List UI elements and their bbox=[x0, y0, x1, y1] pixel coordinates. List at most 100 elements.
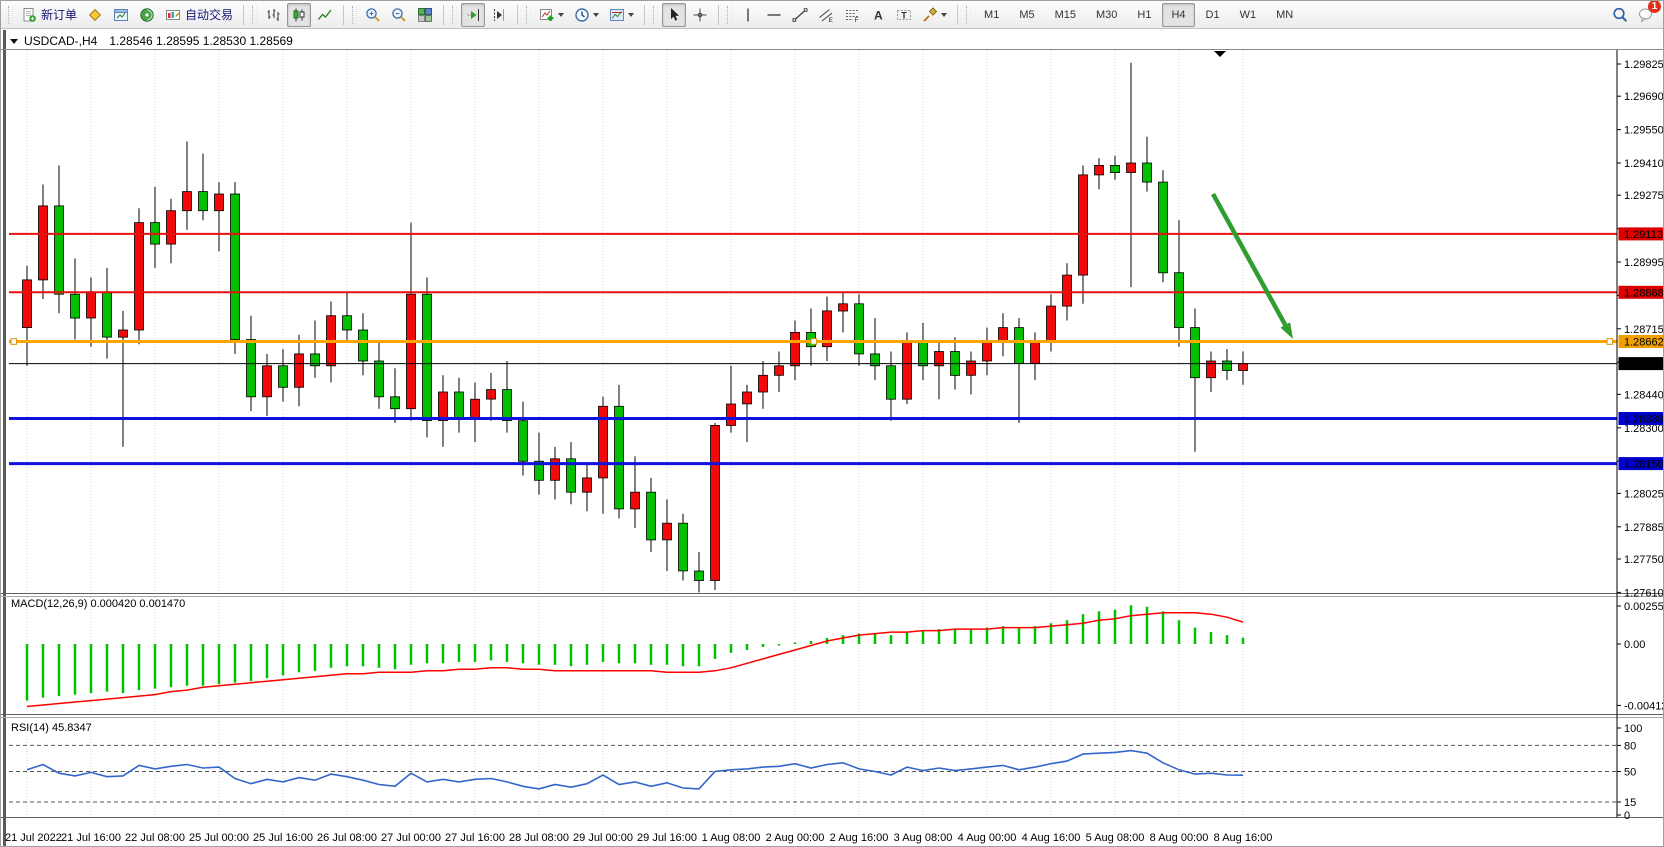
line-handle[interactable] bbox=[1607, 339, 1613, 345]
market-watch-button[interactable] bbox=[83, 3, 107, 27]
tf-m5-button-label: M5 bbox=[1019, 9, 1034, 21]
line-handle[interactable] bbox=[811, 339, 817, 345]
channel-button[interactable]: E bbox=[814, 3, 838, 27]
tile-windows-icon bbox=[417, 7, 433, 23]
trendline-button[interactable] bbox=[788, 3, 812, 27]
candle bbox=[135, 208, 144, 344]
price-tick-label: 1.29275 bbox=[1624, 190, 1664, 202]
line-chart-icon bbox=[317, 7, 333, 23]
zoom-in-button[interactable] bbox=[361, 3, 385, 27]
svg-text:1.28868: 1.28868 bbox=[1624, 287, 1664, 299]
trendline-icon bbox=[792, 7, 808, 23]
candlestick-button[interactable] bbox=[287, 3, 311, 27]
line-chart-button[interactable] bbox=[313, 3, 337, 27]
chart-quote: 1.28546 1.28595 1.28530 1.28569 bbox=[109, 34, 293, 48]
candle bbox=[1159, 170, 1168, 282]
tf-mn-button-label: MN bbox=[1276, 9, 1293, 21]
new-order-icon bbox=[21, 7, 37, 23]
toolbar-separator bbox=[957, 5, 958, 25]
svg-text:E: E bbox=[829, 17, 834, 23]
svg-text:1.28339: 1.28339 bbox=[1624, 414, 1664, 426]
toolbar-grip bbox=[966, 6, 971, 24]
time-axis-label: 4 Aug 16:00 bbox=[1022, 832, 1081, 844]
tf-m15-button-label: M15 bbox=[1055, 9, 1076, 21]
fibonacci-button[interactable]: F bbox=[840, 3, 864, 27]
notification-badge: 1 bbox=[1648, 0, 1661, 13]
dropdown-caret-icon bbox=[593, 13, 599, 17]
candlestick-icon bbox=[291, 7, 307, 23]
time-axis-label: 8 Aug 16:00 bbox=[1214, 832, 1273, 844]
chart-shift-button[interactable] bbox=[487, 3, 511, 27]
tf-h4-button[interactable]: H4 bbox=[1162, 3, 1194, 27]
indicators-button[interactable] bbox=[535, 3, 568, 27]
time-axis-label: 2 Aug 00:00 bbox=[766, 832, 825, 844]
toolbar-grip bbox=[352, 6, 357, 24]
line-handle[interactable] bbox=[11, 339, 17, 345]
candle bbox=[679, 514, 688, 581]
price-tick-label: 1.28440 bbox=[1624, 389, 1664, 401]
bar-chart-button[interactable] bbox=[261, 3, 285, 27]
tf-m5-button[interactable]: M5 bbox=[1010, 3, 1043, 27]
navigator-button[interactable] bbox=[135, 3, 159, 27]
dropdown-caret-icon bbox=[941, 13, 947, 17]
auto-scroll-button[interactable] bbox=[461, 3, 485, 27]
tf-mn-button[interactable]: MN bbox=[1267, 3, 1302, 27]
vertical-line-button[interactable] bbox=[736, 3, 760, 27]
price-tick-label: 1.27885 bbox=[1624, 522, 1664, 534]
data-window-button[interactable] bbox=[109, 3, 133, 27]
toolbar-grip bbox=[8, 6, 13, 24]
auto-trading-button[interactable]: 自动交易 bbox=[161, 3, 237, 27]
toolbar-grip bbox=[526, 6, 531, 24]
tf-m30-button-label: M30 bbox=[1096, 9, 1117, 21]
text-icon: A bbox=[870, 7, 886, 23]
chart-shift-icon bbox=[491, 7, 507, 23]
zoom-out-button[interactable] bbox=[387, 3, 411, 27]
price-tick-label: 1.28995 bbox=[1624, 257, 1664, 269]
label-button[interactable]: T bbox=[892, 3, 916, 27]
price-tick-label: 1.29825 bbox=[1624, 59, 1664, 71]
toolbar: 新订单 自动交易 E FAT M1 M5 M15 M30 H1H4 D1 W1 MN 1 bbox=[1, 1, 1663, 29]
cursor-button[interactable] bbox=[662, 3, 686, 27]
fibonacci-icon: F bbox=[844, 7, 860, 23]
tf-m30-button[interactable]: M30 bbox=[1087, 3, 1126, 27]
toolbar-grip bbox=[653, 6, 658, 24]
window-left-border bbox=[3, 30, 6, 847]
tf-d1-button[interactable]: D1 bbox=[1197, 3, 1229, 27]
search-icon bbox=[1612, 7, 1628, 23]
text-button[interactable]: A bbox=[866, 3, 890, 27]
price-tick-label: 1.29690 bbox=[1624, 91, 1664, 103]
toolbar-separator bbox=[718, 5, 719, 25]
label-icon: T bbox=[896, 7, 912, 23]
time-axis-label: 21 Jul 2022 bbox=[5, 832, 62, 844]
chart-menu-triangle-icon[interactable] bbox=[10, 39, 18, 44]
toolbar-separator bbox=[343, 5, 344, 25]
tf-h1-button[interactable]: H1 bbox=[1128, 3, 1160, 27]
periods-button[interactable] bbox=[570, 3, 603, 27]
tf-d1-button-label: D1 bbox=[1206, 9, 1220, 21]
time-axis-label: 29 Jul 00:00 bbox=[573, 832, 633, 844]
toolbar-right: 1 bbox=[1607, 3, 1659, 27]
time-axis-label: 27 Jul 16:00 bbox=[445, 832, 505, 844]
price-tick-label: 1.27610 bbox=[1624, 587, 1664, 599]
dropdown-caret-icon bbox=[558, 13, 564, 17]
shapes-button[interactable] bbox=[918, 3, 951, 27]
time-axis-label: 4 Aug 00:00 bbox=[958, 832, 1017, 844]
svg-text:1.28150: 1.28150 bbox=[1624, 459, 1664, 471]
notifications-button[interactable]: 1 bbox=[1634, 3, 1658, 27]
tf-w1-button[interactable]: W1 bbox=[1231, 3, 1266, 27]
price-tick-label: 1.29550 bbox=[1624, 125, 1664, 137]
new-order-button[interactable]: 新订单 bbox=[17, 3, 81, 27]
search-button[interactable] bbox=[1608, 3, 1632, 27]
tf-m15-button[interactable]: M15 bbox=[1046, 3, 1085, 27]
crosshair-button[interactable] bbox=[688, 3, 712, 27]
data-window-icon bbox=[113, 7, 129, 23]
chart-canvas[interactable]: 1.298251.296901.295501.294101.292751.289… bbox=[1, 1, 1664, 847]
tile-windows-button[interactable] bbox=[413, 3, 437, 27]
chart-background bbox=[1, 30, 1664, 847]
templates-button[interactable] bbox=[605, 3, 638, 27]
chart-title: USDCAD-,H4 bbox=[24, 34, 97, 48]
svg-text:1.28569: 1.28569 bbox=[1624, 359, 1664, 371]
tf-m1-button[interactable]: M1 bbox=[975, 3, 1008, 27]
horizontal-line-button[interactable] bbox=[762, 3, 786, 27]
vertical-line-icon bbox=[740, 7, 756, 23]
